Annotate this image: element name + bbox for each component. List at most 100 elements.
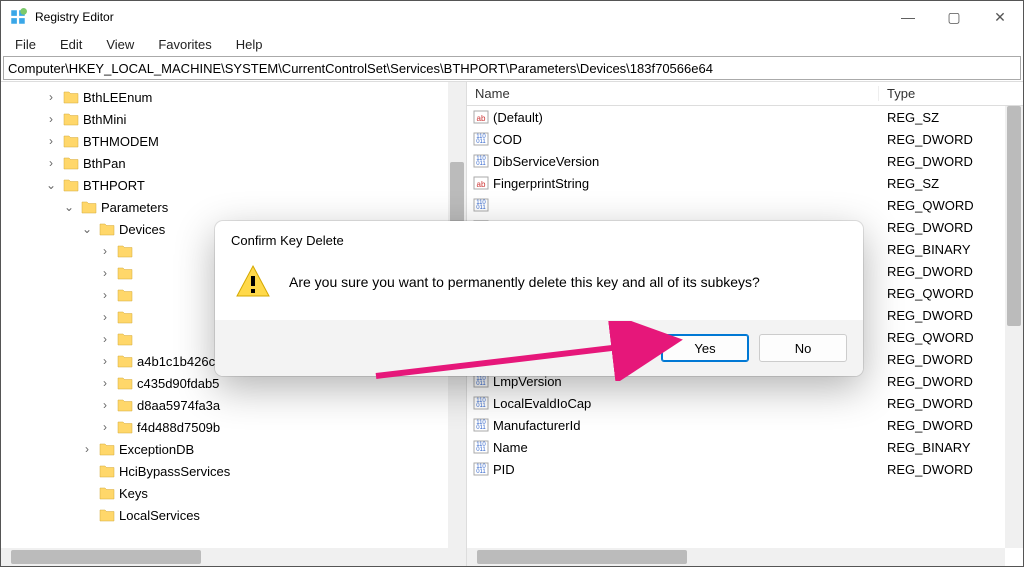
menu-favorites[interactable]: Favorites <box>154 35 215 54</box>
yes-button[interactable]: Yes <box>661 334 749 362</box>
value-type: REG_DWORD <box>879 132 973 147</box>
minimize-button[interactable]: — <box>885 1 931 33</box>
list-item[interactable]: 011110LocalEvaldIoCapREG_DWORD <box>467 392 1023 414</box>
svg-text:011110: 011110 <box>476 420 486 431</box>
window-title: Registry Editor <box>35 10 114 24</box>
value-name: DibServiceVersion <box>493 154 599 169</box>
value-type: REG_DWORD <box>879 396 973 411</box>
list-item[interactable]: 011110 PID REG_DWORD <box>467 458 1023 480</box>
value-type: REG_DWORD <box>879 374 973 389</box>
menu-view[interactable]: View <box>102 35 138 54</box>
list-hscroll-thumb[interactable] <box>477 550 687 564</box>
tree-label: BthLEEnum <box>83 90 152 105</box>
tree-item[interactable]: › d8aa5974fa3a <box>1 394 466 416</box>
value-type: REG_SZ <box>879 110 939 125</box>
dialog-footer: Yes No <box>215 320 863 376</box>
list-item[interactable]: 011110DibServiceVersionREG_DWORD <box>467 150 1023 172</box>
value-type: REG_DWORD <box>879 462 973 477</box>
expand-icon[interactable]: › <box>97 265 113 281</box>
expand-icon[interactable] <box>79 507 95 523</box>
expand-icon[interactable]: › <box>97 309 113 325</box>
expand-icon[interactable]: › <box>97 287 113 303</box>
value-type: REG_DWORD <box>879 308 973 323</box>
expand-icon[interactable]: › <box>97 331 113 347</box>
window-controls: — ▢ ✕ <box>885 1 1023 33</box>
tree-item[interactable]: LocalServices <box>1 504 466 526</box>
list-vscrollbar[interactable] <box>1005 106 1023 548</box>
tree-label: BthMini <box>83 112 126 127</box>
tree-label: d8aa5974fa3a <box>137 398 220 413</box>
svg-text:ab: ab <box>477 180 486 189</box>
expand-icon[interactable]: › <box>43 111 59 127</box>
expand-icon[interactable]: › <box>79 441 95 457</box>
expand-icon[interactable]: ⌄ <box>61 199 77 215</box>
maximize-button[interactable]: ▢ <box>931 1 977 33</box>
expand-icon[interactable]: › <box>43 133 59 149</box>
dialog-title: Confirm Key Delete <box>215 221 863 248</box>
tree-item[interactable]: ⌄Parameters <box>1 196 466 218</box>
list-item[interactable]: 011110NameREG_BINARY <box>467 436 1023 458</box>
tree-item[interactable]: HciBypassServices <box>1 460 466 482</box>
column-type[interactable]: Type <box>879 86 1023 101</box>
value-name: Name <box>493 440 528 455</box>
expand-icon[interactable]: ⌄ <box>43 177 59 193</box>
value-type: REG_DWORD <box>879 418 973 433</box>
expand-icon[interactable]: › <box>97 353 113 369</box>
tree-item[interactable]: ⌄BTHPORT <box>1 174 466 196</box>
value-type: REG_DWORD <box>879 220 973 235</box>
list-item[interactable]: 011110CODREG_DWORD <box>467 128 1023 150</box>
warning-icon <box>235 264 271 300</box>
address-text: Computer\HKEY_LOCAL_MACHINE\SYSTEM\Curre… <box>8 61 713 76</box>
list-item[interactable]: 011110REG_QWORD <box>467 194 1023 216</box>
menu-edit[interactable]: Edit <box>56 35 86 54</box>
tree-item[interactable]: ›f4d488d7509b <box>1 416 466 438</box>
tree-item[interactable]: ›ExceptionDB <box>1 438 466 460</box>
menu-file[interactable]: File <box>11 35 40 54</box>
value-name: FingerprintString <box>493 176 589 191</box>
tree-item[interactable]: Keys <box>1 482 466 504</box>
expand-icon[interactable]: › <box>97 397 113 413</box>
title-bar: Registry Editor — ▢ ✕ <box>1 1 1023 33</box>
expand-icon[interactable]: › <box>97 419 113 435</box>
tree-hscroll-thumb[interactable] <box>11 550 201 564</box>
tree-label: a4b1c1b426ce <box>137 354 222 369</box>
value-type: REG_DWORD <box>879 352 973 367</box>
list-vscroll-thumb[interactable] <box>1007 106 1021 326</box>
value-type: REG_BINARY <box>879 242 971 257</box>
list-item[interactable]: ab(Default)REG_SZ <box>467 106 1023 128</box>
tree-item[interactable]: › BthLEEnum <box>1 86 466 108</box>
value-name: COD <box>493 132 522 147</box>
svg-text:011110: 011110 <box>476 398 486 409</box>
tree-vscroll-thumb[interactable] <box>450 162 464 222</box>
svg-text:ab: ab <box>477 114 486 123</box>
svg-text:011110: 011110 <box>476 442 486 453</box>
tree-label: HciBypassServices <box>119 464 230 479</box>
tree-item[interactable]: › BthPan <box>1 152 466 174</box>
tree-item[interactable]: ›BTHMODEM <box>1 130 466 152</box>
expand-icon[interactable]: ⌄ <box>79 221 95 237</box>
tree-hscrollbar[interactable] <box>1 548 466 566</box>
expand-icon[interactable]: › <box>43 155 59 171</box>
menu-bar: File Edit View Favorites Help <box>1 33 1023 55</box>
tree-label: BthPan <box>83 156 126 171</box>
tree-label: c435d90fdab5 <box>137 376 219 391</box>
address-bar[interactable]: Computer\HKEY_LOCAL_MACHINE\SYSTEM\Curre… <box>3 56 1021 80</box>
value-name: ManufacturerId <box>493 418 580 433</box>
expand-icon[interactable] <box>79 463 95 479</box>
value-name: PID <box>493 462 515 477</box>
dialog-body: Are you sure you want to permanently del… <box>215 248 863 320</box>
expand-icon[interactable]: › <box>97 375 113 391</box>
column-name[interactable]: Name <box>467 86 879 101</box>
expand-icon[interactable] <box>79 485 95 501</box>
expand-icon[interactable]: › <box>97 243 113 259</box>
svg-text:011110: 011110 <box>476 464 486 475</box>
menu-help[interactable]: Help <box>232 35 267 54</box>
list-header: Name Type <box>467 82 1023 106</box>
no-button[interactable]: No <box>759 334 847 362</box>
list-item[interactable]: abFingerprintStringREG_SZ <box>467 172 1023 194</box>
close-button[interactable]: ✕ <box>977 1 1023 33</box>
list-hscrollbar[interactable] <box>467 548 1005 566</box>
tree-item[interactable]: › BthMini <box>1 108 466 130</box>
expand-icon[interactable]: › <box>43 89 59 105</box>
list-item[interactable]: 011110 ManufacturerId REG_DWORD <box>467 414 1023 436</box>
